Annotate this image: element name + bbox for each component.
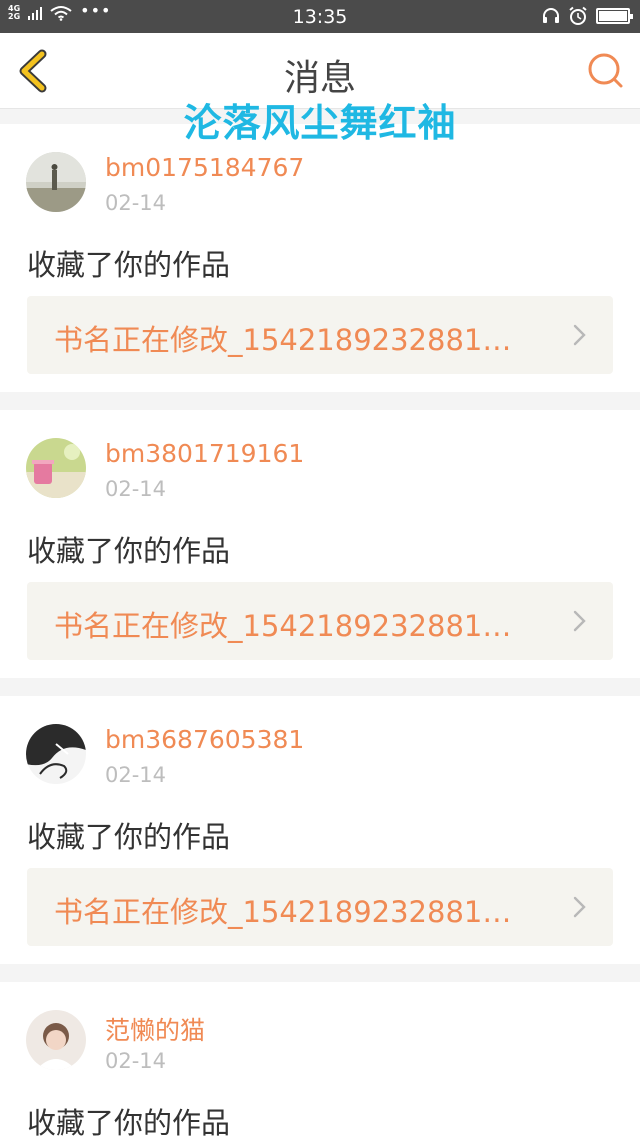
username[interactable]: bm0175184767 xyxy=(105,153,304,182)
chevron-right-icon xyxy=(573,896,586,918)
message-date: 02-14 xyxy=(105,477,167,501)
status-right xyxy=(542,6,633,26)
avatar[interactable] xyxy=(26,1010,86,1070)
message-card: bm3801719161 02-14 收藏了你的作品 书名正在修改_154218… xyxy=(0,410,640,678)
avatar[interactable] xyxy=(26,152,86,212)
chevron-right-icon xyxy=(573,324,586,346)
message-date: 02-14 xyxy=(105,191,167,215)
book-title: 书名正在修改_1542189232881… xyxy=(54,895,512,929)
message-text: 收藏了你的作品 xyxy=(27,534,231,568)
message-text: 收藏了你的作品 xyxy=(27,1106,231,1138)
message-card: 范懒的猫 02-14 收藏了你的作品 xyxy=(0,982,640,1138)
avatar[interactable] xyxy=(26,724,86,784)
username[interactable]: bm3687605381 xyxy=(105,725,304,754)
book-link[interactable]: 书名正在修改_1542189232881… xyxy=(27,296,613,374)
message-date: 02-14 xyxy=(105,1049,167,1073)
message-date: 02-14 xyxy=(105,763,167,787)
message-text: 收藏了你的作品 xyxy=(27,820,231,854)
book-link[interactable]: 书名正在修改_1542189232881… xyxy=(27,868,613,946)
watermark-text: 沦落风尘舞红袖 xyxy=(183,101,457,145)
username[interactable]: 范懒的猫 xyxy=(105,1011,205,1047)
avatar[interactable] xyxy=(26,438,86,498)
message-card: bm0175184767 02-14 收藏了你的作品 书名正在修改_154218… xyxy=(0,124,640,392)
message-text: 收藏了你的作品 xyxy=(27,248,231,282)
book-title: 书名正在修改_1542189232881… xyxy=(54,609,512,643)
search-button[interactable] xyxy=(586,51,626,91)
alarm-icon xyxy=(569,6,587,25)
book-link[interactable]: 书名正在修改_1542189232881… xyxy=(27,582,613,660)
chevron-right-icon xyxy=(573,610,586,632)
username[interactable]: bm3801719161 xyxy=(105,439,304,468)
message-card: bm3687605381 02-14 收藏了你的作品 书名正在修改_154218… xyxy=(0,696,640,964)
battery-icon xyxy=(596,8,633,24)
headphones-icon xyxy=(543,8,559,23)
book-title: 书名正在修改_1542189232881… xyxy=(54,323,512,357)
status-bar: 4G 2G ••• 13:35 xyxy=(0,0,640,33)
